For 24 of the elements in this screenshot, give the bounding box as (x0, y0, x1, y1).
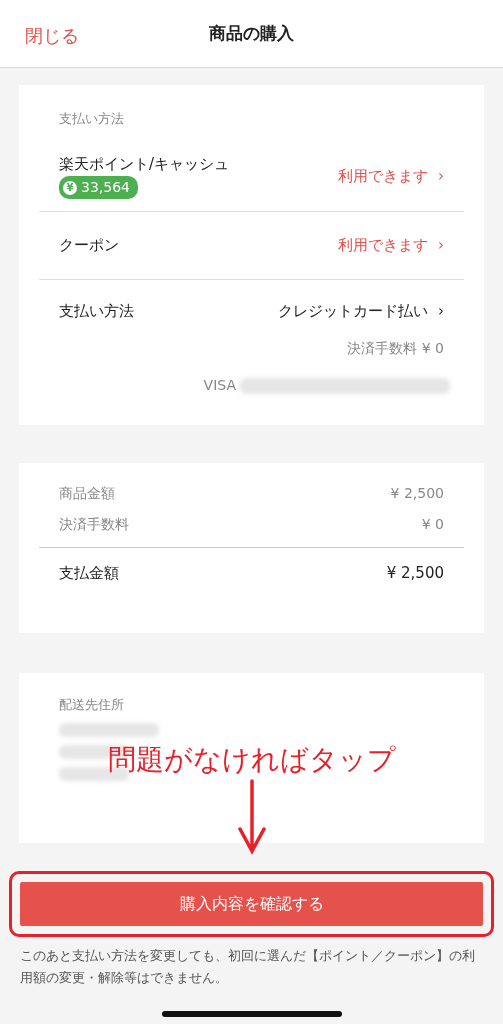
row-link[interactable]: クレジットカード払い › (278, 299, 444, 322)
page-title: 商品の購入 (209, 21, 294, 45)
total-label: 支払金額 (59, 563, 119, 584)
down-arrow-icon (236, 778, 267, 855)
row-link[interactable]: 利用できます › (338, 164, 444, 187)
yen-icon: ¥ (63, 180, 77, 195)
card-brand: VISA (203, 376, 236, 395)
section-heading: 支払い方法 (59, 110, 125, 128)
notice-text: このあと支払い方法を変更しても、初回に選んだ【ポイント／クーポン】の利用額の変更・解除等はできません。 (19, 947, 476, 988)
annotation-text: 問題がなければタップ (107, 743, 396, 777)
close-button[interactable]: 閉じる (25, 22, 79, 49)
row-label: クーポン (59, 235, 119, 256)
total-value: ¥ 2,500 (386, 563, 444, 584)
section-heading: 配送先住所 (59, 696, 125, 714)
points-badge: ¥ 33,564 (59, 176, 138, 199)
amount-value: ¥ 2,500 (390, 484, 444, 503)
amount-label: 決済手数料 (59, 515, 129, 534)
amount-label: 商品金額 (59, 484, 115, 503)
row-label: 支払い方法 (59, 300, 134, 322)
amount-value: ¥ 0 (421, 515, 444, 534)
fee-text: 決済手数料 ¥ 0 (347, 339, 444, 358)
row-label: 楽天ポイント/キャッシュ (59, 153, 230, 175)
row-link[interactable]: 利用できます › (338, 234, 444, 257)
confirm-button[interactable]: 購入内容を確認する (20, 882, 483, 926)
